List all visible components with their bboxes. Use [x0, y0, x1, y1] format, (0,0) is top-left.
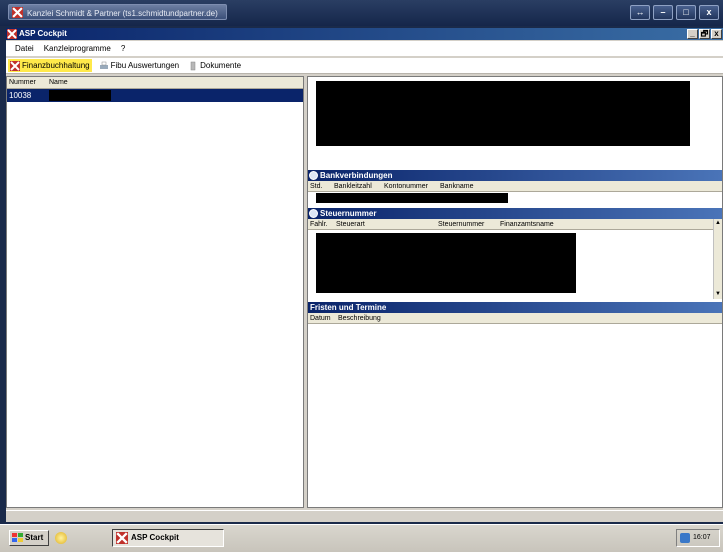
fibu-auswertungen-button[interactable]: Fibu Auswertungen: [97, 59, 182, 72]
menu-help[interactable]: ?: [121, 44, 125, 53]
mandanten-list: Nummer Name 10038: [6, 76, 304, 508]
list-header: Nummer Name: [7, 77, 303, 89]
remote-maximize-button[interactable]: □: [676, 5, 696, 20]
bankverbindungen-header[interactable]: Bankverbindungen: [308, 170, 722, 181]
status-bar: [6, 510, 723, 522]
column-bankname[interactable]: Bankname: [440, 181, 473, 192]
collapse-icon[interactable]: [309, 209, 318, 218]
quicklaunch-icon[interactable]: [55, 532, 67, 544]
collapse-icon[interactable]: [309, 171, 318, 180]
document-icon: [190, 61, 196, 70]
scroll-up-icon[interactable]: ▲: [714, 219, 722, 228]
remote-title-tab[interactable]: Kanzlei Schmidt & Partner (ts1.schmidtun…: [8, 4, 227, 20]
finanzbuchhaltung-button[interactable]: Finanzbuchhaltung: [8, 59, 92, 72]
network-icon[interactable]: [680, 533, 690, 543]
column-bankleitzahl[interactable]: Bankleitzahl: [334, 181, 372, 192]
app-close-button[interactable]: x: [711, 29, 722, 39]
windows-flag-icon: [12, 533, 23, 542]
remote-minimize-button[interactable]: –: [653, 5, 673, 20]
redacted-bank-row: [316, 193, 508, 203]
app-title-text: ASP Cockpit: [19, 29, 67, 38]
column-name[interactable]: Name: [47, 77, 68, 88]
steuer-columns: Fahlr. Steuerart Steuernummer Finanzamts…: [308, 219, 722, 230]
column-datum[interactable]: Datum: [310, 313, 331, 324]
bankverbindungen-title: Bankverbindungen: [320, 171, 393, 180]
dokumente-label: Dokumente: [200, 61, 242, 70]
column-beschreibung[interactable]: Beschreibung: [338, 313, 381, 324]
column-fahlr[interactable]: Fahlr.: [310, 219, 328, 230]
finanzbuchhaltung-label: Finanzbuchhaltung: [22, 61, 90, 70]
redacted-address-block: [316, 81, 690, 146]
app-logo-icon: [7, 29, 17, 39]
system-tray: 16:07: [676, 529, 720, 547]
remote-title-text: Kanzlei Schmidt & Partner (ts1.schmidtun…: [27, 9, 218, 18]
finanzbuchhaltung-icon: [10, 60, 20, 71]
fibu-auswertungen-label: Fibu Auswertungen: [110, 61, 180, 70]
asp-cockpit-window: ASP Cockpit _ 🗗 x Datei Kanzleiprogramme…: [6, 28, 723, 522]
redacted-steuer-rows: [316, 233, 576, 293]
app-restore-button[interactable]: 🗗: [699, 29, 710, 39]
dokumente-button[interactable]: Dokumente: [186, 59, 243, 72]
steuernummer-header[interactable]: Steuernummer: [308, 208, 722, 219]
column-nummer[interactable]: Nummer: [7, 77, 47, 88]
taskbar: Start ASP Cockpit 16:07: [0, 524, 723, 552]
remote-close-button[interactable]: x: [699, 5, 719, 20]
asp-cockpit-task-icon: [116, 532, 128, 544]
steuer-scrollbar[interactable]: ▲ ▼: [713, 219, 722, 299]
clock: 16:07: [693, 534, 711, 541]
taskbar-item-label: ASP Cockpit: [131, 533, 179, 542]
fristen-columns: Datum Beschreibung: [308, 313, 722, 324]
column-steuernummer[interactable]: Steuernummer: [438, 219, 484, 230]
details-pane: Bankverbindungen Std. Bankleitzahl Konto…: [307, 76, 723, 508]
app-minimize-button[interactable]: _: [687, 29, 698, 39]
taskbar-item-asp-cockpit[interactable]: ASP Cockpit: [112, 529, 224, 547]
start-button[interactable]: Start: [9, 530, 49, 546]
toolbar: Finanzbuchhaltung Fibu Auswertungen Doku…: [6, 58, 723, 74]
resize-button[interactable]: ↔: [630, 5, 650, 20]
column-steuerart[interactable]: Steuerart: [336, 219, 365, 230]
column-std[interactable]: Std.: [310, 181, 322, 192]
start-label: Start: [25, 533, 44, 542]
menu-datei[interactable]: Datei: [15, 44, 34, 53]
steuernummer-title: Steuernummer: [320, 209, 377, 218]
printer-icon: [99, 61, 108, 69]
fristen-title: Fristen und Termine: [310, 303, 387, 312]
kanzlei-logo-icon: [12, 7, 23, 18]
remote-titlebar: Kanzlei Schmidt & Partner (ts1.schmidtun…: [0, 0, 723, 26]
column-finanzamtsname[interactable]: Finanzamtsname: [500, 219, 554, 230]
column-kontonummer[interactable]: Kontonummer: [384, 181, 428, 192]
bank-columns: Std. Bankleitzahl Kontonummer Bankname: [308, 181, 722, 192]
menubar: Datei Kanzleiprogramme ?: [6, 41, 723, 56]
menu-kanzleiprogramme[interactable]: Kanzleiprogramme: [44, 44, 111, 53]
fristen-header[interactable]: Fristen und Termine: [308, 302, 722, 313]
app-titlebar: ASP Cockpit _ 🗗 x: [6, 28, 723, 40]
row-nummer: 10038: [9, 91, 32, 100]
list-row-selected[interactable]: 10038: [7, 89, 303, 102]
redacted-name: [49, 90, 111, 101]
scroll-down-icon[interactable]: ▼: [714, 290, 722, 299]
